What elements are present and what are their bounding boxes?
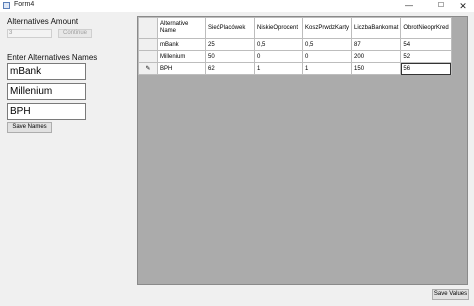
title-bar: Form4 — ☐ ✕: [0, 0, 474, 12]
maximize-button[interactable]: ☐: [430, 0, 452, 12]
row-header[interactable]: [138, 50, 158, 63]
grid-cell[interactable]: 62: [205, 62, 255, 75]
grid-cell[interactable]: 0: [301, 50, 353, 63]
grid-cell[interactable]: 0,5: [254, 38, 303, 51]
grid-cell[interactable]: 150: [351, 62, 402, 75]
minimize-button[interactable]: —: [398, 0, 420, 12]
grid-cell[interactable]: 200: [351, 50, 402, 63]
app-form-icon: [3, 2, 10, 9]
save-names-button[interactable]: Save Names: [7, 122, 52, 133]
column-header-siec-placowek[interactable]: SiećPlacówek: [205, 17, 255, 39]
alternative-name-input-3[interactable]: BPH: [7, 103, 86, 120]
grid-corner-header[interactable]: [138, 17, 158, 39]
window-title: Form4: [14, 1, 35, 8]
row-header[interactable]: [138, 38, 158, 51]
grid-cell[interactable]: 0: [254, 50, 303, 63]
grid-cell[interactable]: 52: [400, 50, 452, 63]
grid-cell[interactable]: mBank: [157, 38, 206, 51]
enter-names-label: Enter Alternatives Names: [7, 53, 98, 62]
table-row: Millenium 50 0 0 200 52: [138, 50, 452, 63]
column-header-liczba-bankomat[interactable]: LiczbaBankomat: [351, 17, 402, 39]
alternatives-amount-label: Alternatives Amount: [7, 17, 79, 26]
grid-cell[interactable]: 50: [205, 50, 255, 63]
table-row: ✎ BPH 62 1 1 150 56: [138, 62, 452, 75]
alternative-name-input-2[interactable]: Millenium: [7, 83, 86, 100]
column-header-koszt-prwdz-karty[interactable]: KoszPrwdzKarty: [301, 17, 353, 39]
close-button[interactable]: ✕: [452, 0, 474, 12]
grid-cell[interactable]: 0,5: [301, 38, 353, 51]
grid-cell[interactable]: Millenium: [157, 50, 206, 63]
grid-cell[interactable]: 87: [351, 38, 402, 51]
grid-cell[interactable]: 54: [400, 38, 452, 51]
grid-cell-editing[interactable]: 56: [400, 62, 452, 75]
grid-header-row: Alternative Name SiećPlacówek NiskieOpro…: [138, 17, 452, 39]
grid-cell[interactable]: 1: [254, 62, 303, 75]
column-header-obrot-nieopr-kred[interactable]: ObrotNieoprKred: [400, 17, 452, 39]
column-header-alternative-name[interactable]: Alternative Name: [157, 17, 206, 39]
column-header-niskie-oprocent[interactable]: NiskieOprocent: [254, 17, 303, 39]
grid-cell[interactable]: 1: [301, 62, 353, 75]
alternative-name-input-1[interactable]: mBank: [7, 63, 86, 80]
grid-table: Alternative Name SiećPlacówek NiskieOpro…: [138, 17, 452, 75]
grid-cell[interactable]: 25: [205, 38, 255, 51]
edit-pencil-icon[interactable]: ✎: [138, 62, 158, 75]
grid-cell[interactable]: BPH: [157, 62, 206, 75]
save-values-button[interactable]: Save Values: [432, 289, 469, 300]
alternatives-data-grid[interactable]: Alternative Name SiećPlacówek NiskieOpro…: [137, 16, 468, 285]
continue-button[interactable]: Continue: [58, 29, 92, 38]
alternatives-amount-input[interactable]: 3: [7, 29, 52, 38]
table-row: mBank 25 0,5 0,5 87 54: [138, 38, 452, 51]
